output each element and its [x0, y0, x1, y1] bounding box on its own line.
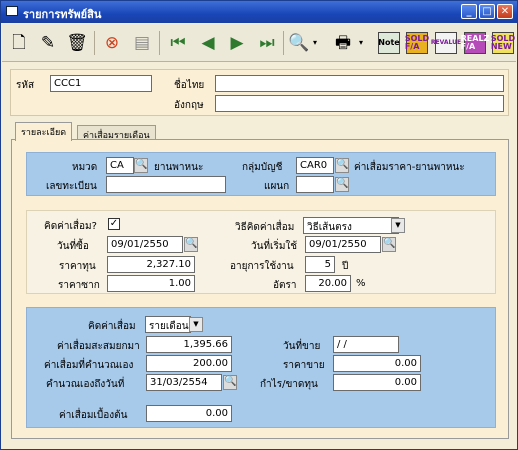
category-code-field[interactable]: CA — [106, 157, 134, 174]
dept-field[interactable] — [296, 176, 334, 193]
reg-no-label: เลขทะเบียน — [46, 181, 97, 192]
salvage-label: ราคาซาก — [58, 280, 100, 291]
delete-icon[interactable]: 🗑 — [64, 30, 90, 56]
dep-calc-label: คิดค่าเสื่อม — [88, 321, 136, 332]
header-panel: รหัส CCC1 ชื่อไทย อังกฤษ — [10, 69, 509, 116]
depreciation-section: คิดค่าเสื่อม รายเดือน ▼ ค่าเสื่อมสะสมยกม… — [26, 307, 496, 428]
title-bar: รายการทรัพย์สิน _ □ ✕ — [1, 1, 517, 23]
buy-date-field[interactable]: 09/01/2550 — [107, 236, 183, 253]
accum-label: ค่าเสื่อมสะสมยกมา — [57, 341, 140, 352]
revalue-button[interactable]: REVALUE — [431, 32, 461, 54]
buy-date-search-icon[interactable]: 🔍 — [184, 237, 198, 252]
buy-date-label: วันที่ซื้อ — [57, 241, 89, 252]
thai-name-label: ชื่อไทย — [174, 80, 205, 91]
first-icon[interactable]: ⏮ — [165, 30, 191, 56]
dep-method-label: วิธีคิดค่าเสื่อม — [235, 222, 295, 233]
search-dropdown-icon[interactable]: ▾ — [313, 38, 317, 47]
account-group-name: ค่าเสื่อมราคา-ยานพาหนะ — [354, 162, 465, 173]
accum-field[interactable]: 1,395.66 — [146, 336, 232, 353]
save-icon[interactable]: ▤ — [129, 30, 155, 56]
calc-to-label: คำนวณเองถึงวันที่ — [46, 379, 125, 390]
manual-dep-field[interactable]: 200.00 — [146, 355, 232, 372]
start-date-field[interactable]: 09/01/2550 — [305, 236, 381, 253]
life-label: อายุการใช้งาน — [230, 261, 294, 272]
code-label: รหัส — [16, 80, 35, 91]
eng-name-field[interactable] — [215, 95, 504, 112]
calc-to-search-icon[interactable]: 🔍 — [223, 375, 237, 390]
dep-method-dropdown-icon[interactable]: ▼ — [391, 218, 405, 233]
profit-field[interactable]: 0.00 — [333, 374, 421, 391]
toolbar-separator — [159, 31, 160, 55]
sale-price-field[interactable]: 0.00 — [333, 355, 421, 372]
rate-label: อัตรา — [273, 280, 297, 291]
sold-new-button[interactable]: SOLD NEW — [491, 32, 515, 54]
calc-dep-label: คิดค่าเสื่อม? — [44, 221, 97, 232]
toolbar-separator — [94, 31, 95, 55]
tab-strip: รายละเอียด ค่าเสื่อมรายเดือน — [11, 122, 509, 141]
asset-window: รายการทรัพย์สิน _ □ ✕ 🗋 ✎ 🗑 ⊗ ▤ ⏮ ◀ ▶ ⏭ … — [0, 0, 518, 450]
note-button[interactable]: Note — [378, 32, 400, 54]
new-doc-icon[interactable]: 🗋 — [6, 30, 32, 56]
last-icon[interactable]: ⏭ — [254, 30, 280, 56]
dep-calc-dropdown-icon[interactable]: ▼ — [189, 317, 203, 332]
sale-price-label: ราคาขาย — [283, 360, 325, 371]
print-icon[interactable]: 🖶 — [330, 30, 356, 56]
dept-search-icon[interactable]: 🔍 — [335, 177, 349, 192]
minimize-button[interactable]: _ — [461, 4, 477, 19]
code-field[interactable]: CCC1 — [50, 75, 152, 92]
calc-dep-checkbox[interactable]: ✓ — [108, 218, 120, 230]
window-title: รายการทรัพย์สิน — [23, 8, 102, 21]
dep-calc-select[interactable]: รายเดือน — [145, 316, 191, 333]
cost-field[interactable]: 2,327.10 — [107, 256, 195, 273]
category-name: ยานพาหนะ — [154, 162, 204, 173]
sold-fa-button[interactable]: SOLD F/A — [405, 32, 429, 54]
account-group-search-icon[interactable]: 🔍 — [335, 158, 349, 173]
profit-label: กำไร/ขาดทุน — [260, 379, 318, 390]
thai-name-field[interactable] — [215, 75, 504, 92]
category-section: หมวด CA 🔍 ยานพาหนะ กลุ่มบัญชี CAR0 🔍 ค่า… — [26, 152, 496, 196]
start-date-label: วันที่เริ่มใช้ — [251, 241, 298, 252]
window-app-icon — [6, 6, 18, 16]
maximize-button[interactable]: □ — [479, 4, 495, 19]
cost-label: ราคาทุน — [59, 261, 96, 272]
dep-method-select[interactable]: วิธีเส้นตรง — [303, 217, 399, 234]
initial-dep-field[interactable]: 0.00 — [146, 405, 232, 422]
life-unit: ปี — [342, 261, 349, 272]
next-icon[interactable]: ▶ — [224, 30, 250, 56]
print-dropdown-icon[interactable]: ▾ — [359, 38, 363, 47]
sale-date-field[interactable]: / / — [333, 336, 399, 353]
salvage-field[interactable]: 1.00 — [107, 275, 195, 292]
tab-monthly-depreciation[interactable]: ค่าเสื่อมรายเดือน — [77, 125, 156, 141]
eng-name-label: อังกฤษ — [174, 100, 204, 111]
close-button[interactable]: ✕ — [497, 4, 513, 19]
search-icon[interactable]: 🔍 — [286, 30, 312, 56]
detail-tab-body: หมวด CA 🔍 ยานพาหนะ กลุ่มบัญชี CAR0 🔍 ค่า… — [11, 139, 509, 439]
toolbar: 🗋 ✎ 🗑 ⊗ ▤ ⏮ ◀ ▶ ⏭ 🔍 ▾ 🖶 ▾ Note SOLD F/A … — [2, 24, 516, 62]
prev-icon[interactable]: ◀ — [195, 30, 221, 56]
toolbar-separator — [283, 31, 284, 55]
reg-no-field[interactable] — [106, 176, 226, 193]
dept-label: แผนก — [264, 181, 290, 192]
calculation-section: คิดค่าเสื่อม? ✓ วิธีคิดค่าเสื่อม วิธีเส้… — [26, 210, 496, 294]
realz-fa-button[interactable]: REALZ F/A — [461, 32, 489, 54]
edit-icon[interactable]: ✎ — [35, 30, 61, 56]
sale-date-label: วันที่ขาย — [283, 341, 321, 352]
life-field[interactable]: 5 — [305, 256, 335, 273]
calc-to-field[interactable]: 31/03/2554 — [146, 374, 222, 391]
category-label: หมวด — [72, 162, 98, 173]
initial-dep-label: ค่าเสื่อมเบื้องต้น — [59, 410, 128, 421]
start-date-search-icon[interactable]: 🔍 — [382, 237, 396, 252]
manual-dep-label: ค่าเสื่อมที่คำนวณเอง — [44, 360, 134, 371]
rate-field[interactable]: 20.00 — [305, 275, 351, 292]
rate-unit: % — [356, 278, 366, 289]
account-group-label: กลุ่มบัญชี — [242, 162, 283, 173]
category-search-icon[interactable]: 🔍 — [134, 158, 148, 173]
tab-detail[interactable]: รายละเอียด — [15, 122, 73, 141]
cancel-icon[interactable]: ⊗ — [99, 30, 125, 56]
account-group-field[interactable]: CAR0 — [296, 157, 334, 174]
